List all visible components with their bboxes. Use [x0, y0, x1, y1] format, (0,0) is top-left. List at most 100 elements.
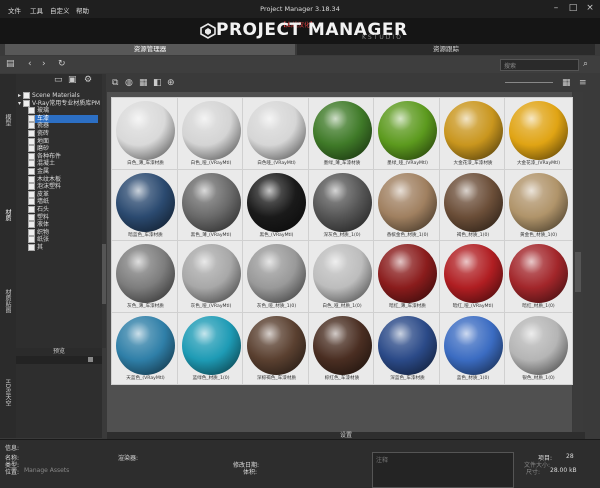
tree-checkbox[interactable]	[28, 107, 35, 115]
material-preview-sphere	[181, 101, 241, 160]
material-tile[interactable]: 深蓝色_车漆材质	[373, 311, 442, 385]
close-icon[interactable]: ×	[582, 2, 598, 15]
tree-checkbox[interactable]	[28, 130, 35, 137]
tree-checkbox[interactable]	[28, 137, 35, 145]
material-tile[interactable]: 大金花漆_(VRayMtl)	[504, 97, 573, 170]
preview-toggle-icon[interactable]	[88, 357, 93, 362]
material-tile[interactable]: 褐色_材质_1(0)	[438, 168, 508, 242]
new-folder-icon[interactable]: ▭	[54, 75, 63, 85]
panel-menu-icon[interactable]: ▤	[6, 59, 15, 69]
material-tile[interactable]: 灰色_哑_(VRayMtl)	[176, 240, 246, 313]
material-tile[interactable]: 深棕褐色_车漆材质	[242, 311, 311, 385]
maximize-icon[interactable]: □	[565, 2, 581, 15]
search-options-icon[interactable]: ⌕	[583, 59, 588, 69]
tree-checkbox[interactable]	[28, 145, 35, 153]
material-preview-sphere	[116, 172, 175, 232]
info-total-value: 28.00 kB	[550, 467, 577, 474]
material-caption: 白色_薄_车漆材质	[127, 161, 164, 166]
minimize-icon[interactable]: –	[548, 2, 564, 15]
material-tile[interactable]: 墨绿_哑_(VRayMtl)	[373, 97, 442, 170]
refresh-icon[interactable]: ↻	[58, 59, 66, 69]
tree-checkbox[interactable]	[28, 152, 35, 160]
material-tile[interactable]: 灰色_薄_车漆材质	[111, 240, 180, 313]
tree-item-label: Scene Materials	[32, 92, 80, 99]
tree-checkbox[interactable]	[23, 92, 31, 99]
material-tile[interactable]: 蓝色_材质_1(0)	[438, 311, 508, 385]
search-input[interactable]: 搜索	[500, 59, 579, 71]
expander-icon[interactable]: ▸	[18, 92, 21, 99]
library-tree-panel: ▭ ▣ ⚙ ▸ Scene Materials ▾ V-Ray常用专业材质库PM 玻璃车…	[16, 74, 102, 348]
tree-checkbox[interactable]	[28, 206, 35, 213]
material-tile[interactable]: 暗红_薄_车漆材质	[373, 240, 442, 313]
grid-view-icon[interactable]: ▦	[562, 78, 571, 88]
tree-checkbox[interactable]	[28, 122, 35, 130]
sort-icon[interactable]: ≡	[579, 78, 587, 88]
material-tile[interactable]: 天蓝色_(VRayMtl)	[111, 311, 180, 385]
side-tab-textures[interactable]: 材质贴图	[3, 289, 12, 313]
tree-checkbox[interactable]	[28, 183, 35, 191]
tree-item[interactable]: 其	[28, 244, 98, 252]
material-tile[interactable]: 黑色_(VRayMtl)	[242, 168, 311, 242]
folder-icon[interactable]: ▣	[68, 75, 77, 85]
tree-checkbox[interactable]	[28, 160, 35, 168]
material-grid: 白色_薄_车漆材质 白色_哑_(VRayMtl) 白色哑_(VRayMtl) 墨绿_薄…	[107, 92, 573, 432]
material-tile[interactable]: 黑色_薄_(VRayMtl)	[176, 168, 246, 242]
tab-asset-manager[interactable]: 资源管理器	[5, 44, 295, 55]
tree-checkbox[interactable]	[28, 244, 35, 251]
tree-item-label: 纸张	[37, 236, 50, 244]
side-tab-materials[interactable]: 材质	[3, 209, 12, 221]
material-tile[interactable]: 黄金色_材质_1(0)	[504, 168, 573, 242]
side-tab-models[interactable]: 模型	[3, 114, 12, 126]
tree-checkbox[interactable]	[28, 221, 35, 229]
material-preview-sphere	[509, 315, 568, 375]
material-tile[interactable]: 白色哑_(VRayMtl)	[242, 97, 311, 170]
material-tile[interactable]: 暗红_哑_(VRayMtl)	[438, 240, 508, 313]
forward-arrow-icon[interactable]: ›	[42, 59, 46, 69]
thumb-size-slider[interactable]	[505, 82, 553, 83]
material-tile[interactable]: 蓝绿色_材质_1(0)	[176, 311, 246, 385]
settings-bar[interactable]: 设置	[107, 432, 585, 439]
slate-icon[interactable]: ▦	[139, 78, 148, 88]
material-tile[interactable]: 白色_哑_材质_1(0)	[307, 240, 377, 313]
back-arrow-icon[interactable]: ‹	[28, 59, 32, 69]
search-placeholder: 搜索	[504, 63, 517, 70]
add-icon[interactable]: ⊕	[167, 78, 175, 88]
tree-checkbox[interactable]	[28, 198, 35, 206]
gear-icon[interactable]: ⚙	[84, 75, 92, 85]
material-tile[interactable]: 暗蓝色_车漆材质	[111, 168, 180, 242]
tree-checkbox[interactable]	[28, 190, 35, 198]
scene-icon[interactable]: ◧	[153, 78, 162, 88]
material-tile[interactable]: 香槟金色_材质_1(0)	[373, 168, 442, 242]
tree-item-label: 车漆	[37, 114, 50, 122]
tree-checkbox[interactable]	[28, 175, 35, 183]
tree-checkbox[interactable]	[23, 99, 31, 107]
tree-checkbox[interactable]	[28, 114, 35, 122]
tab-asset-tracking[interactable]: 资源跟踪	[297, 44, 595, 55]
tree-scrollbar[interactable]	[102, 74, 106, 348]
material-tile[interactable]: 白色_哑_(VRayMtl)	[176, 97, 246, 170]
tree-item-label: 皮革	[37, 190, 50, 198]
material-tile[interactable]: 棕红色_车漆材质	[307, 311, 377, 385]
material-tile[interactable]: 大金花漆_车漆材质	[438, 97, 508, 170]
material-tile[interactable]: 白色_薄_车漆材质	[111, 97, 180, 170]
material-tile[interactable]: 深灰色_材质_1(0)	[307, 168, 377, 242]
side-tab-hdri[interactable]: HDRI天空	[3, 379, 12, 406]
grid-scrollbar[interactable]	[573, 92, 583, 432]
render-icon[interactable]: ◍	[125, 78, 133, 88]
material-caption: 灰色_薄_车漆材质	[127, 304, 164, 309]
library-icon[interactable]: ⧉	[112, 78, 118, 88]
material-caption: 天蓝色_(VRayMtl)	[126, 375, 165, 381]
tree-checkbox[interactable]	[28, 236, 35, 244]
tree-checkbox[interactable]	[28, 228, 35, 236]
material-tile[interactable]: 灰色_哑_材质_1(0)	[242, 240, 311, 313]
material-caption: 暗红_哑_(VRayMtl)	[452, 304, 494, 309]
preview-area	[16, 364, 102, 438]
material-tile[interactable]: 暗红_材质_1(0)	[504, 240, 573, 313]
material-tile[interactable]: 银色_材质_1(0)	[504, 311, 573, 385]
material-tile[interactable]: 墨绿_薄_车漆材质	[307, 97, 377, 170]
note-field[interactable]: 注释	[372, 452, 514, 488]
expander-icon[interactable]: ▾	[18, 100, 21, 107]
tree-checkbox[interactable]	[28, 168, 35, 175]
tree-checkbox[interactable]	[28, 213, 35, 221]
note-placeholder: 注释	[376, 457, 389, 464]
